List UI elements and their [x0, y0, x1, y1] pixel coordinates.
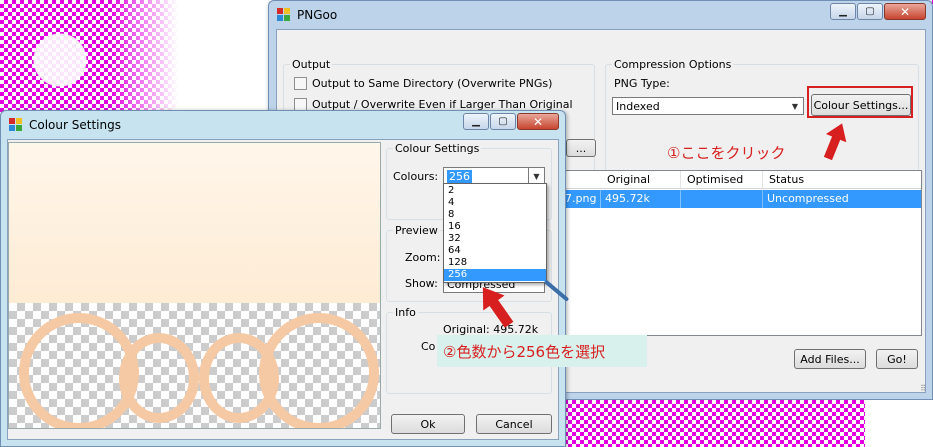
resize-grip-icon[interactable]: ⠿: [920, 384, 926, 393]
step2-annotation: ②色数から256色を選択: [443, 342, 606, 361]
cell-file: 7.png: [561, 190, 601, 208]
cancel-button[interactable]: Cancel: [476, 414, 552, 434]
colours-option[interactable]: 16: [444, 221, 546, 233]
cell-original: 495.72k: [601, 190, 681, 208]
colour-settings-group-title: Colour Settings: [393, 142, 482, 155]
chevron-down-icon[interactable]: ▼: [528, 168, 544, 184]
column-status[interactable]: Status: [763, 171, 923, 189]
colours-option[interactable]: 128: [444, 257, 546, 269]
maximize-icon[interactable]: ▢: [490, 113, 516, 130]
step1-annotation: ①ここをクリック: [667, 144, 786, 162]
colour-settings-highlight: [807, 86, 913, 118]
colour-settings-app-icon: [9, 118, 23, 132]
maximize-icon[interactable]: ▢: [857, 3, 883, 20]
cancel-label: Cancel: [495, 417, 533, 431]
colours-label: Colours:: [393, 170, 439, 183]
preview-group-title: Preview: [393, 224, 440, 237]
column-optimised[interactable]: Optimised: [681, 171, 763, 189]
decorative-swirl: [259, 313, 379, 428]
minimize-icon[interactable]: ▁: [830, 3, 856, 20]
desktop-background-plain: [865, 400, 933, 447]
chevron-down-icon[interactable]: ▼: [787, 98, 803, 114]
same-directory-label: Output to Same Directory (Overwrite PNGs…: [312, 77, 553, 90]
preview-image[interactable]: [8, 142, 381, 429]
column-original[interactable]: Original: [601, 171, 681, 189]
browse-button-label: ...: [575, 141, 587, 155]
same-directory-checkbox[interactable]: Output to Same Directory (Overwrite PNGs…: [294, 77, 552, 90]
zoom-label: Zoom:: [405, 251, 441, 264]
minimize-icon[interactable]: ▁: [463, 113, 489, 130]
output-group-title: Output: [290, 58, 333, 71]
decorative-swirl: [119, 333, 199, 423]
cell-optimised: [681, 190, 763, 208]
go-button[interactable]: Go!: [876, 349, 918, 369]
colours-option-selected[interactable]: 256: [444, 269, 546, 281]
colours-option[interactable]: 32: [444, 233, 546, 245]
compression-options-title: Compression Options: [612, 58, 734, 71]
checkbox-box[interactable]: [294, 77, 307, 90]
show-label: Show:: [405, 277, 438, 290]
cell-status: Uncompressed: [767, 192, 849, 205]
step2-annotation-box: ②色数から256色を選択: [437, 335, 647, 367]
close-icon[interactable]: ✕: [884, 3, 926, 20]
colours-option[interactable]: 2: [444, 185, 546, 197]
pngoo-app-icon: [277, 8, 291, 22]
go-label: Go!: [887, 352, 907, 366]
info-group-title: Info: [393, 306, 418, 319]
colours-option[interactable]: 8: [444, 209, 546, 221]
compressed-size-label: Co: [421, 340, 436, 353]
png-type-select[interactable]: Indexed ▼: [612, 97, 804, 115]
pngoo-title: PNGoo: [297, 8, 338, 22]
add-files-button[interactable]: Add Files...: [794, 349, 866, 369]
browse-button[interactable]: ...: [566, 139, 596, 157]
close-icon[interactable]: ✕: [517, 113, 559, 130]
desktop-background-strip: [560, 400, 865, 447]
ok-button[interactable]: Ok: [391, 414, 465, 434]
ok-label: Ok: [420, 417, 436, 431]
pngoo-caption-buttons: ▁ ▢ ✕: [830, 3, 926, 20]
colour-settings-caption-buttons: ▁ ▢ ✕: [463, 113, 559, 130]
desktop-fade: [110, 0, 280, 110]
colour-settings-title: Colour Settings: [29, 118, 121, 132]
png-type-value: Indexed: [616, 99, 660, 113]
colours-option[interactable]: 4: [444, 197, 546, 209]
colours-option[interactable]: 64: [444, 245, 546, 257]
colours-value: 256: [447, 170, 472, 183]
add-files-label: Add Files...: [800, 352, 860, 366]
colours-dropdown-list[interactable]: 2 4 8 16 32 64 128 256: [443, 183, 547, 283]
png-type-label: PNG Type:: [614, 77, 670, 90]
